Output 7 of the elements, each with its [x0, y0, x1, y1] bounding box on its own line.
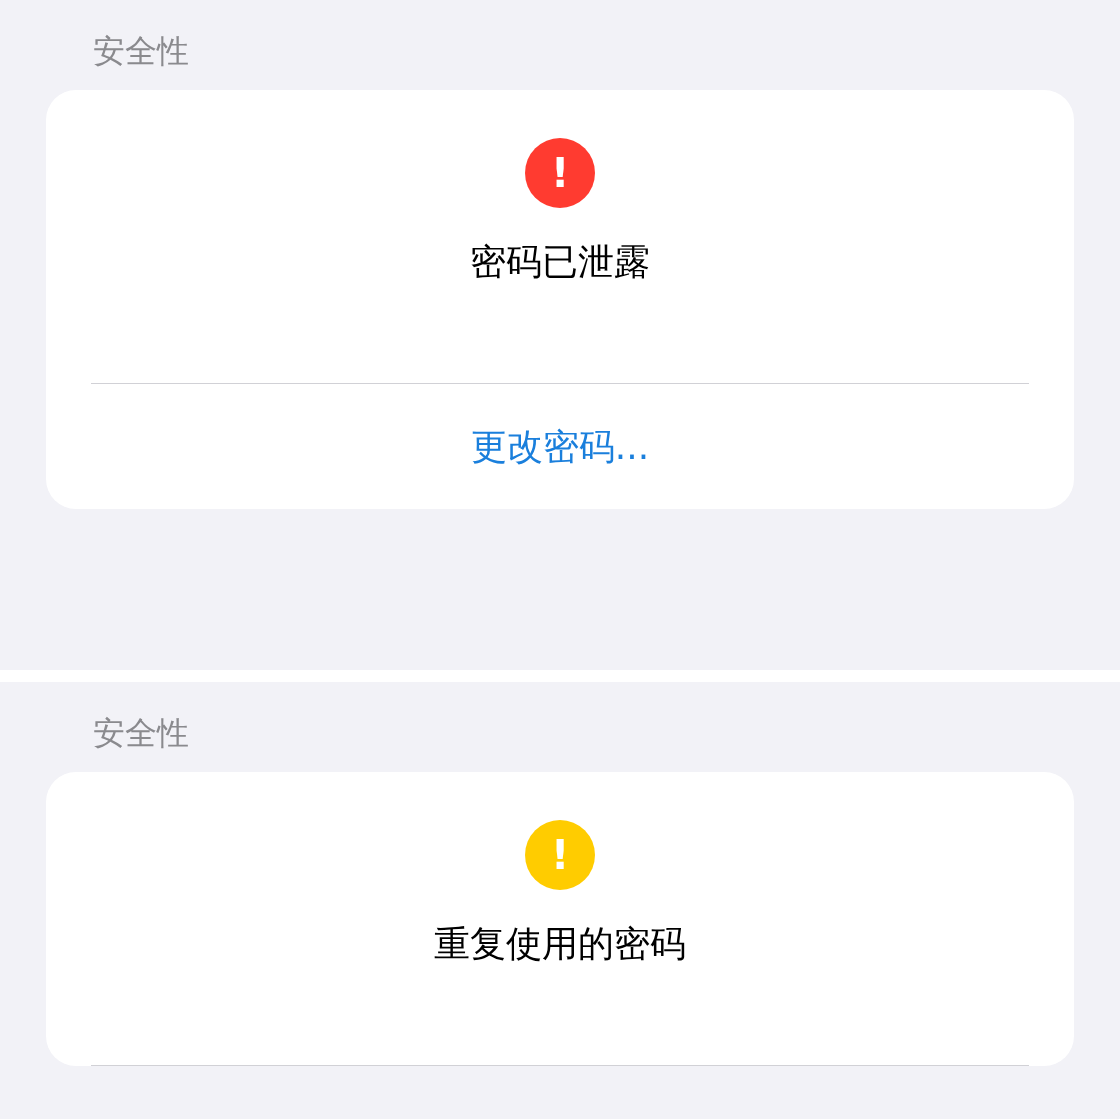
section-header: 安全性	[93, 31, 189, 72]
change-password-link[interactable]: 更改密码...	[470, 425, 650, 469]
warning-icon: !	[525, 138, 595, 208]
alert-title: 密码已泄露	[470, 240, 650, 284]
section-header: 安全性	[93, 713, 189, 754]
warning-icon: !	[525, 820, 595, 890]
alert-title: 重复使用的密码	[434, 922, 686, 966]
